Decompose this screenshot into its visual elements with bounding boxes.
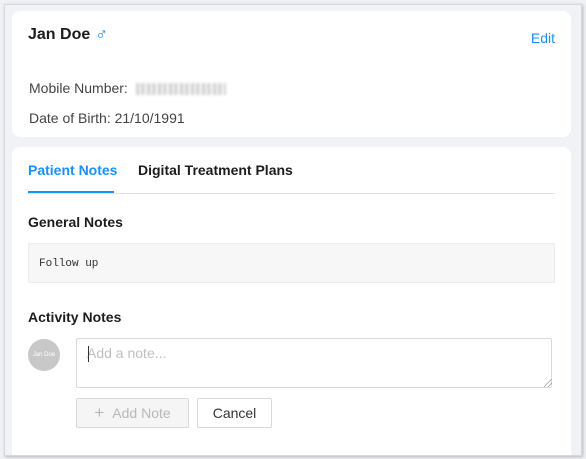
tab-digital-treatment-plans[interactable]: Digital Treatment Plans xyxy=(138,162,293,178)
add-note-label: Add Note xyxy=(112,405,171,421)
cancel-button[interactable]: Cancel xyxy=(197,398,272,428)
text-cursor xyxy=(88,346,89,362)
tab-patient-notes[interactable]: Patient Notes xyxy=(28,162,117,178)
mobile-number-value-redacted xyxy=(135,83,226,96)
general-notes-box[interactable]: Follow up xyxy=(28,243,555,283)
patient-name: Jan Doe xyxy=(28,26,91,43)
active-tab-indicator xyxy=(28,191,114,193)
mobile-number-label: Mobile Number: xyxy=(29,80,128,96)
activity-notes-title: Activity Notes xyxy=(28,309,122,325)
patient-name-row: Jan Doe ♂ xyxy=(28,26,108,44)
date-of-birth-row: Date of Birth: 21/10/1991 xyxy=(29,110,185,126)
general-notes-text: Follow up xyxy=(39,258,99,270)
add-note-input[interactable] xyxy=(76,338,552,388)
app-frame: Jan Doe ♂ Edit Mobile Number: Date of Bi… xyxy=(4,4,582,456)
notes-card: Patient Notes Digital Treatment Plans Ge… xyxy=(12,147,571,455)
male-icon: ♂ xyxy=(95,25,108,44)
date-of-birth-label: Date of Birth: xyxy=(29,110,111,126)
plus-icon: + xyxy=(94,403,105,422)
avatar: Jan Doe xyxy=(28,339,60,371)
edit-link[interactable]: Edit xyxy=(531,30,555,46)
add-note-button[interactable]: + Add Note xyxy=(76,398,189,428)
patient-header-card: Jan Doe ♂ Edit Mobile Number: Date of Bi… xyxy=(12,11,571,137)
notes-tabs: Patient Notes Digital Treatment Plans xyxy=(28,147,555,194)
general-notes-title: General Notes xyxy=(28,214,123,230)
mobile-number-row: Mobile Number: xyxy=(29,80,226,96)
date-of-birth-value: 21/10/1991 xyxy=(114,110,185,126)
resize-handle-icon[interactable] xyxy=(544,379,552,387)
